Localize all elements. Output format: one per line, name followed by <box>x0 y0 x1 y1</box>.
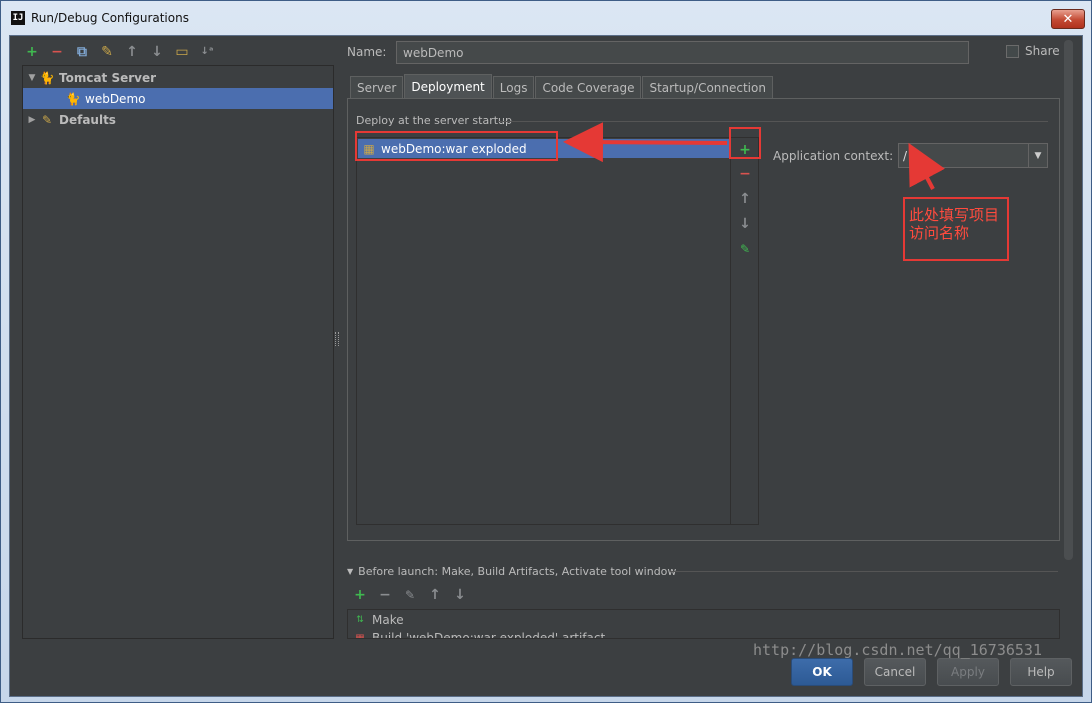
arrow-to-context-field <box>908 142 945 190</box>
annotation-arrows <box>563 122 945 190</box>
watermark: http://blog.csdn.net/qq_16736531 <box>753 641 1042 659</box>
run-debug-dialog: IJ Run/Debug Configurations ✕ + − ⧉ ✎ ↑ … <box>0 0 1092 703</box>
arrow-to-deployment-item <box>563 122 728 163</box>
